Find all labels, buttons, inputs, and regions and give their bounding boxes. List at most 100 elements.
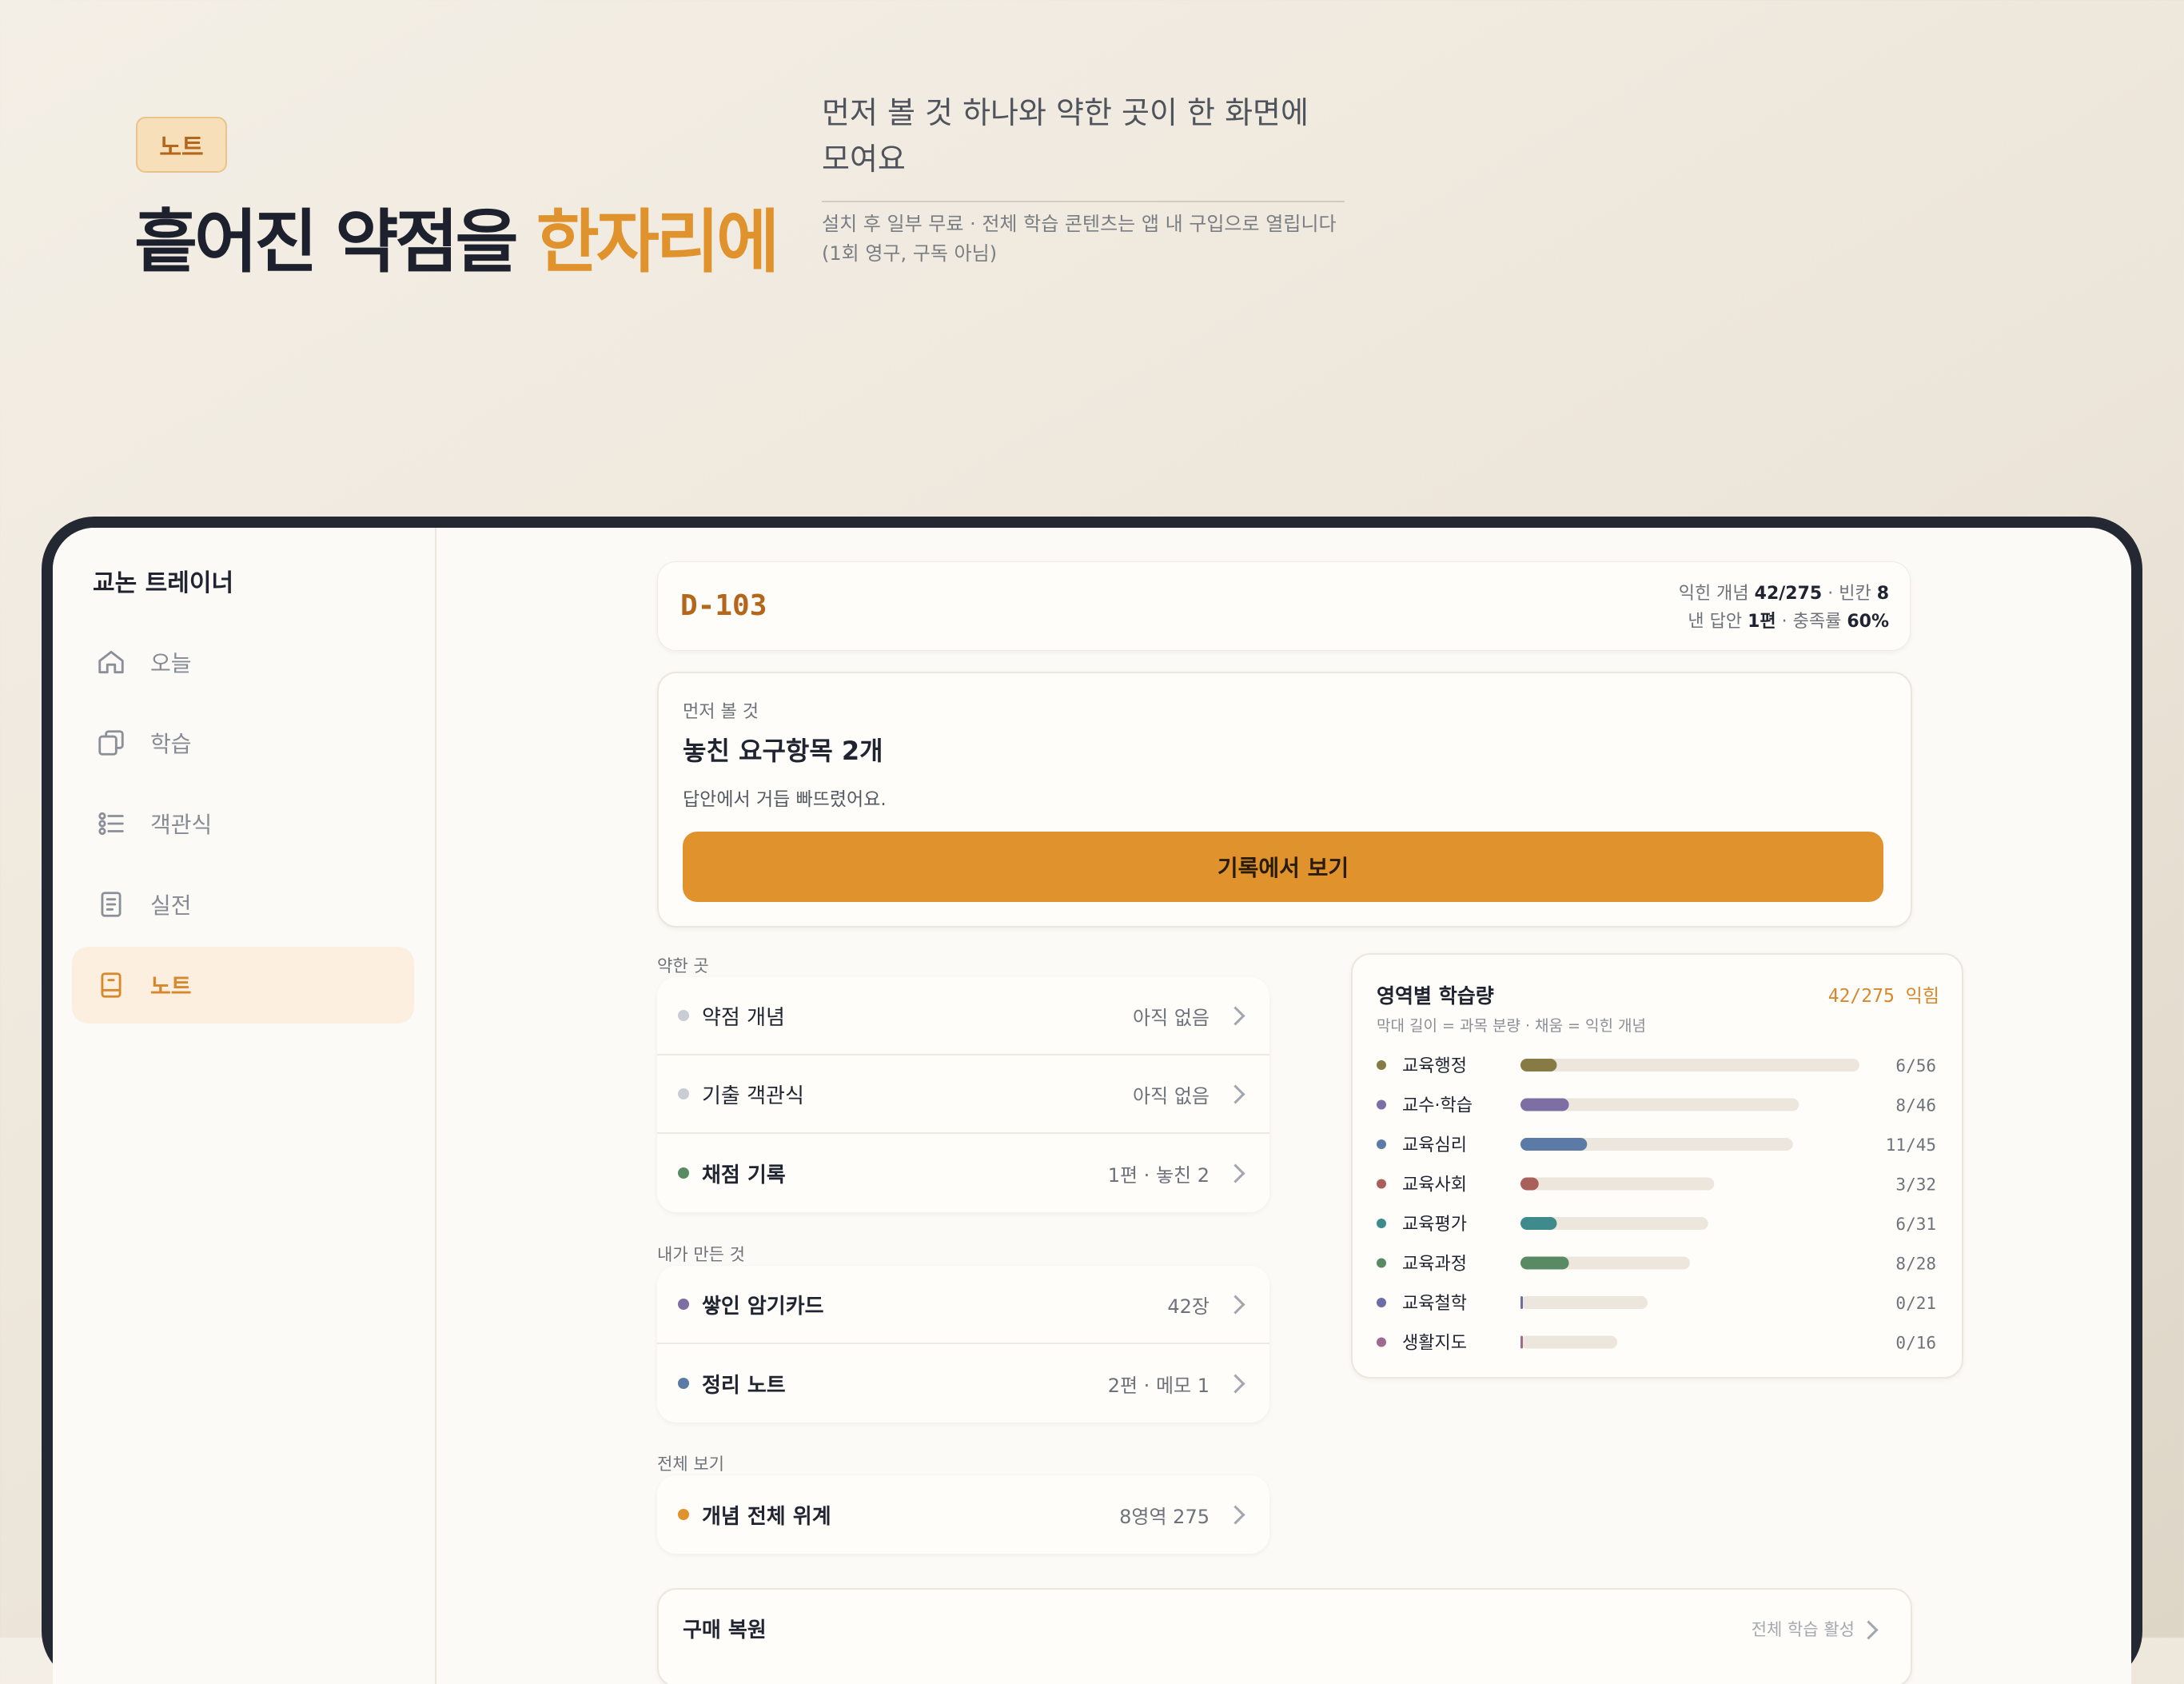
chevron-right-icon [1226, 1163, 1245, 1183]
chevron-right-icon [1859, 1620, 1879, 1640]
list-icon [96, 808, 126, 839]
study-volume-chart-card: 영역별 학습량 42/275 익힘 막대 길이 = 과목 분량 · 채움 = 익… [1351, 953, 1963, 1379]
row-meta: 2편 · 메모 1 [1107, 1374, 1210, 1397]
bar-value-label: 11/45 [1886, 1135, 1936, 1155]
row-label: 정리 노트 [702, 1373, 786, 1398]
category-label: 교육과정 [1402, 1255, 1467, 1275]
bar-fill [1520, 1177, 1539, 1191]
sidebar-item-multiple-choice[interactable]: 객관식 [72, 785, 414, 862]
status-dot [678, 1010, 689, 1021]
bar-fill [1520, 1217, 1557, 1230]
category-label: 교육사회 [1402, 1175, 1467, 1195]
stats-value: 8 [1876, 584, 1889, 604]
bar-value-label: 6/31 [1895, 1215, 1936, 1234]
row-meta: 아직 없음 [1133, 1084, 1210, 1107]
bar-track [1520, 1296, 1648, 1309]
stats-value: 42/275 [1754, 584, 1823, 604]
weak-list: 약점 개념 아직 없음 기출 객관식 아직 없음 채점 기록 1편 · 놓친 2 [657, 977, 1269, 1212]
all-list: 개념 전체 위계 8영역 275 [657, 1475, 1269, 1554]
bar-track [1520, 1059, 1859, 1071]
bar-fill [1520, 1138, 1588, 1151]
status-dot [678, 1167, 689, 1179]
bar-chart: 교육행정 6/56 교수·학습 8/46 교육심리 11/45 교육사회 3/32 교육평가 6/… [1377, 1056, 1936, 1354]
legend-dot [1377, 1298, 1386, 1307]
mine-section-label: 내가 만든 것 [657, 1245, 745, 1264]
bar-track [1520, 1335, 1618, 1349]
status-dot [678, 1509, 689, 1520]
dday-card: D-103 익힌 개념 42/275 · 빈칸 8 낸 답안 1편 · 충족률 … [657, 561, 1911, 651]
stats-label: · 충족률 [1775, 612, 1847, 632]
chevron-right-icon [1226, 1504, 1245, 1525]
row-label: 쌓인 암기카드 [702, 1294, 824, 1319]
dday-counter: D-103 [680, 589, 767, 622]
stats-value: 60% [1847, 612, 1889, 632]
sidebar: 교논 트레이너 오늘 학습 객관식 실전 노트 [53, 528, 436, 1684]
sidebar-item-label: 노트 [150, 973, 192, 1000]
legend-dot [1377, 1337, 1386, 1347]
bar-fill [1520, 1098, 1569, 1111]
bar-value-label: 6/56 [1895, 1056, 1936, 1075]
sidebar-item-label: 실전 [150, 892, 192, 919]
bar-value-label: 8/46 [1895, 1096, 1936, 1115]
list-item-summary-notes[interactable]: 정리 노트 2편 · 메모 1 [657, 1344, 1269, 1423]
category-label: 교육철학 [1402, 1294, 1467, 1314]
list-item-weak-concepts[interactable]: 약점 개념 아직 없음 [657, 977, 1269, 1055]
sidebar-nav: 오늘 학습 객관식 실전 노트 [72, 624, 414, 1028]
first-description: 답안에서 거듭 빠뜨렸어요. [683, 789, 887, 810]
chevron-right-icon [1226, 1083, 1245, 1104]
bar-track [1520, 1177, 1715, 1191]
sidebar-item-today[interactable]: 오늘 [72, 624, 414, 700]
cards-icon [96, 728, 126, 758]
stats-line-concepts: 익힌 개념 42/275 · 빈칸 8 [1679, 580, 1889, 608]
bar-fill [1520, 1296, 1523, 1309]
row-meta: 1편 · 놓친 2 [1107, 1163, 1210, 1187]
progress-stats: 익힌 개념 42/275 · 빈칸 8 낸 답안 1편 · 충족률 60% [1679, 580, 1889, 636]
legend-dot [1377, 1179, 1386, 1189]
stats-label: 익힌 개념 [1678, 584, 1755, 604]
bar-fill [1520, 1335, 1523, 1349]
category-label: 교육평가 [1402, 1215, 1467, 1235]
row-meta: 아직 없음 [1133, 1006, 1210, 1029]
status-dot [678, 1378, 689, 1389]
list-item-flashcards[interactable]: 쌓인 암기카드 42장 [657, 1266, 1269, 1344]
category-label: 교수·학습 [1402, 1096, 1473, 1116]
row-label: 개념 전체 위계 [702, 1504, 831, 1529]
sidebar-item-label: 오늘 [150, 650, 192, 676]
stats-label: · 빈칸 [1822, 584, 1877, 604]
legend-dot [1377, 1258, 1386, 1268]
notebook-icon [96, 970, 126, 1000]
list-item-concept-hierarchy[interactable]: 개념 전체 위계 8영역 275 [657, 1475, 1269, 1554]
first-kicker: 먼저 볼 것 [683, 702, 759, 722]
legend-dot [1377, 1139, 1386, 1149]
all-section-label: 전체 보기 [657, 1455, 724, 1474]
list-item-past-multiple-choice[interactable]: 기출 객관식 아직 없음 [657, 1055, 1269, 1134]
bar-fill [1520, 1059, 1557, 1071]
view-in-records-button[interactable]: 기록에서 보기 [683, 832, 1883, 902]
chevron-right-icon [1226, 1005, 1245, 1026]
legend-dot [1377, 1099, 1386, 1110]
bar-value-label: 0/16 [1895, 1334, 1936, 1353]
sidebar-item-notes[interactable]: 노트 [72, 947, 414, 1024]
legend-dot [1377, 1219, 1386, 1228]
row-meta: 42장 [1167, 1295, 1210, 1318]
sidebar-item-study[interactable]: 학습 [72, 704, 414, 781]
stats-value: 1편 [1748, 612, 1776, 632]
bar-fill [1520, 1256, 1569, 1270]
hero-divider [822, 201, 1345, 202]
legend-dot [1377, 1060, 1386, 1070]
restore-label: 구매 복원 [683, 1618, 767, 1642]
sidebar-item-practice[interactable]: 실전 [72, 866, 414, 943]
document-icon [96, 889, 126, 920]
restore-purchase-row[interactable]: 구매 복원 전체 학습 활성 [657, 1588, 1912, 1684]
row-label: 기출 객관식 [702, 1083, 804, 1108]
stats-label: 낸 답안 [1688, 612, 1748, 632]
sidebar-item-label: 학습 [150, 731, 192, 757]
bar-value-label: 0/21 [1895, 1294, 1936, 1313]
status-dot [678, 1299, 689, 1310]
hero-title: 흩어진 약점을 한자리에 [134, 186, 779, 285]
tablet-frame: 교논 트레이너 오늘 학습 객관식 실전 노트 D-103 익힌 개념 42/2… [42, 517, 2142, 1684]
app-title: 교논 트레이너 [93, 569, 234, 597]
list-item-grading-records[interactable]: 채점 기록 1편 · 놓친 2 [657, 1134, 1269, 1212]
hero-title-main: 흩어진 약점을 [134, 202, 536, 282]
category-label: 교육행정 [1402, 1056, 1467, 1076]
